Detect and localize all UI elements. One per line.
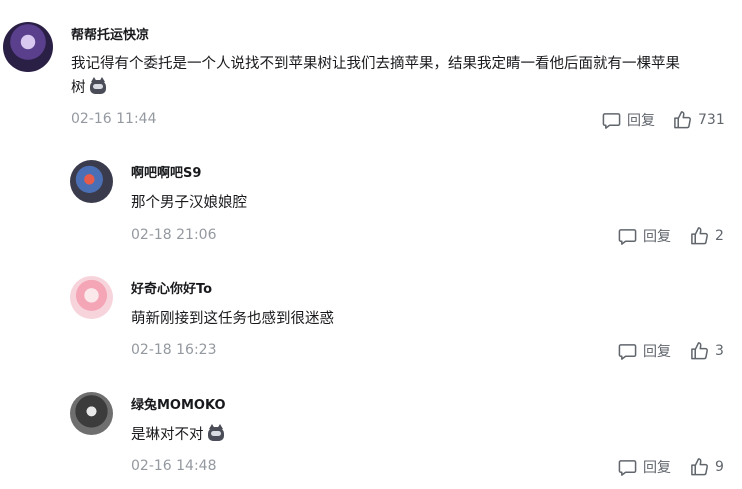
thumbs-up-icon xyxy=(674,111,691,129)
reply-icon xyxy=(618,343,637,360)
comment-text: 我记得有个委托是一个人说找不到苹果树让我们去摘苹果，结果我定睛一看他后面就有一棵… xyxy=(71,52,731,100)
reply-text: 萌新刚接到这任务也感到很迷惑 xyxy=(131,311,334,327)
thumbs-up-icon xyxy=(691,227,708,245)
reply-label: 回复 xyxy=(643,229,671,245)
reply-button[interactable]: 回复 xyxy=(618,341,671,361)
reply-label: 回复 xyxy=(627,113,655,129)
like-button[interactable]: 9 xyxy=(690,457,724,476)
reply-label: 回复 xyxy=(643,344,671,360)
like-count: 2 xyxy=(715,227,724,244)
thumbs-up-icon xyxy=(691,458,708,476)
comment-text-line1: 我记得有个委托是一个人说找不到苹果树让我们去摘苹果，结果我定睛一看他后面就有一棵… xyxy=(71,56,680,72)
timestamp: 02-16 11:44 xyxy=(71,111,157,127)
like-count: 731 xyxy=(698,111,725,128)
avatar[interactable] xyxy=(3,22,53,72)
timestamp: 02-18 16:23 xyxy=(131,342,217,358)
timestamp: 02-16 14:48 xyxy=(131,458,217,474)
thumbs-up-icon xyxy=(691,342,708,360)
reply-text-body: 是琳对不对 xyxy=(131,427,204,443)
like-button[interactable]: 2 xyxy=(690,226,724,245)
reply-icon xyxy=(602,112,621,129)
reply-text: 是琳对不对 xyxy=(131,423,224,447)
like-button[interactable]: 731 xyxy=(673,110,725,129)
like-button[interactable]: 3 xyxy=(690,341,724,360)
avatar[interactable] xyxy=(70,160,113,203)
username[interactable]: 帮帮托运快凉 xyxy=(71,24,149,43)
like-count: 3 xyxy=(715,342,724,359)
cat-emote-icon xyxy=(207,424,224,441)
reply-label: 回复 xyxy=(643,460,671,476)
username[interactable]: 好奇心你好To xyxy=(131,278,212,297)
username[interactable]: 啊吧啊吧S9 xyxy=(131,162,201,181)
comment-text-line2: 树 xyxy=(71,80,86,96)
avatar[interactable] xyxy=(70,276,113,319)
reply-item: 绿兔MOMOKO 是琳对不对 02-16 14:48 回复 9 xyxy=(0,382,742,487)
reply-text: 那个男子汉娘娘腔 xyxy=(131,195,247,211)
timestamp: 02-18 21:06 xyxy=(131,227,217,243)
avatar[interactable] xyxy=(70,392,113,435)
reply-button[interactable]: 回复 xyxy=(618,226,671,246)
username[interactable]: 绿兔MOMOKO xyxy=(131,394,226,413)
cat-emote-icon xyxy=(89,77,106,94)
reply-icon xyxy=(618,459,637,476)
comment-item: 帮帮托运快凉 我记得有个委托是一个人说找不到苹果树让我们去摘苹果，结果我定睛一看… xyxy=(0,0,742,140)
reply-item: 好奇心你好To 萌新刚接到这任务也感到很迷惑 02-18 16:23 回复 3 xyxy=(0,266,742,371)
reply-button[interactable]: 回复 xyxy=(602,110,655,130)
reply-item: 啊吧啊吧S9 那个男子汉娘娘腔 02-18 21:06 回复 2 xyxy=(0,150,742,255)
reply-button[interactable]: 回复 xyxy=(618,457,671,477)
like-count: 9 xyxy=(715,458,724,475)
reply-icon xyxy=(618,228,637,245)
